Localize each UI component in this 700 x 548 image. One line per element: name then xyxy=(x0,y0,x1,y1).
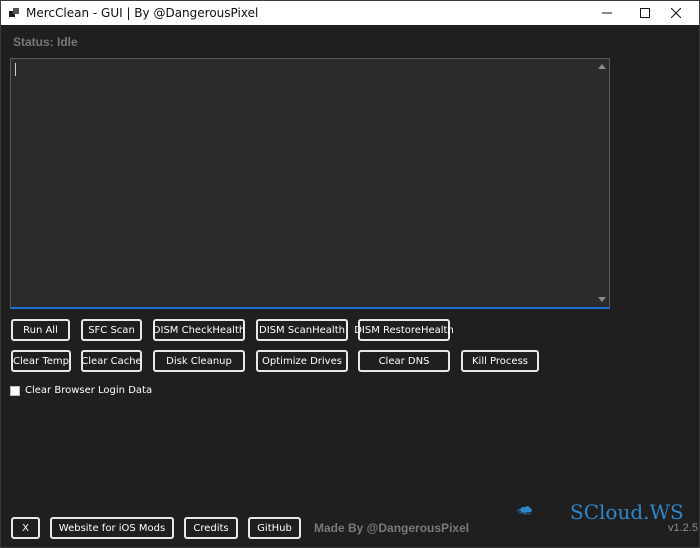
close-button[interactable] xyxy=(653,1,699,25)
scloud-cloud-icon xyxy=(517,506,532,515)
scroll-down-icon[interactable] xyxy=(598,297,606,302)
sfc-scan-button[interactable]: SFC Scan xyxy=(81,319,142,341)
maximize-icon xyxy=(640,8,650,18)
run-all-button[interactable]: Run All xyxy=(11,319,70,341)
disk-cleanup-button[interactable]: Disk Cleanup xyxy=(153,350,245,372)
status-label: Status: Idle xyxy=(13,35,78,49)
version-label: v1.2.5 xyxy=(668,522,698,534)
console-scrollbar[interactable] xyxy=(595,59,609,307)
output-console[interactable] xyxy=(10,58,610,309)
github-button[interactable]: GitHub xyxy=(248,517,301,539)
credits-button[interactable]: Credits xyxy=(184,517,238,539)
clear-browser-login-checkbox[interactable] xyxy=(10,385,20,396)
window-title: MercClean - GUI | By @DangerousPixel xyxy=(26,6,259,20)
clear-browser-login-label: Clear Browser Login Data xyxy=(25,385,153,396)
minimize-icon xyxy=(602,12,612,14)
scroll-up-icon[interactable] xyxy=(598,64,606,69)
dism-restorehealth-button[interactable]: DISM RestoreHealth xyxy=(354,319,454,341)
clear-browser-login-option[interactable]: Clear Browser Login Data xyxy=(10,385,152,396)
website-ios-mods-button[interactable]: Website for iOS Mods xyxy=(50,517,174,539)
clear-temp-button[interactable]: Clear Temp xyxy=(11,350,71,372)
clear-dns-button[interactable]: Clear DNS xyxy=(358,350,450,372)
optimize-drives-button[interactable]: Optimize Drives xyxy=(256,350,348,372)
app-icon xyxy=(9,8,19,17)
title-bar: MercClean - GUI | By @DangerousPixel xyxy=(1,1,699,25)
dism-checkhealth-button[interactable]: DISM CheckHealth xyxy=(153,319,245,341)
watermark-text: SCloud.WS xyxy=(570,500,684,524)
close-icon xyxy=(671,8,681,18)
kill-process-button[interactable]: Kill Process xyxy=(461,350,539,372)
text-caret xyxy=(15,63,16,76)
dism-scanhealth-button[interactable]: DISM ScanHealth xyxy=(256,319,348,341)
made-by-label: Made By @DangerousPixel xyxy=(314,521,470,535)
exit-button[interactable]: X xyxy=(11,517,40,539)
app-window: MercClean - GUI | By @DangerousPixel Sta… xyxy=(0,0,700,548)
clear-cache-button[interactable]: Clear Cache xyxy=(81,350,142,372)
